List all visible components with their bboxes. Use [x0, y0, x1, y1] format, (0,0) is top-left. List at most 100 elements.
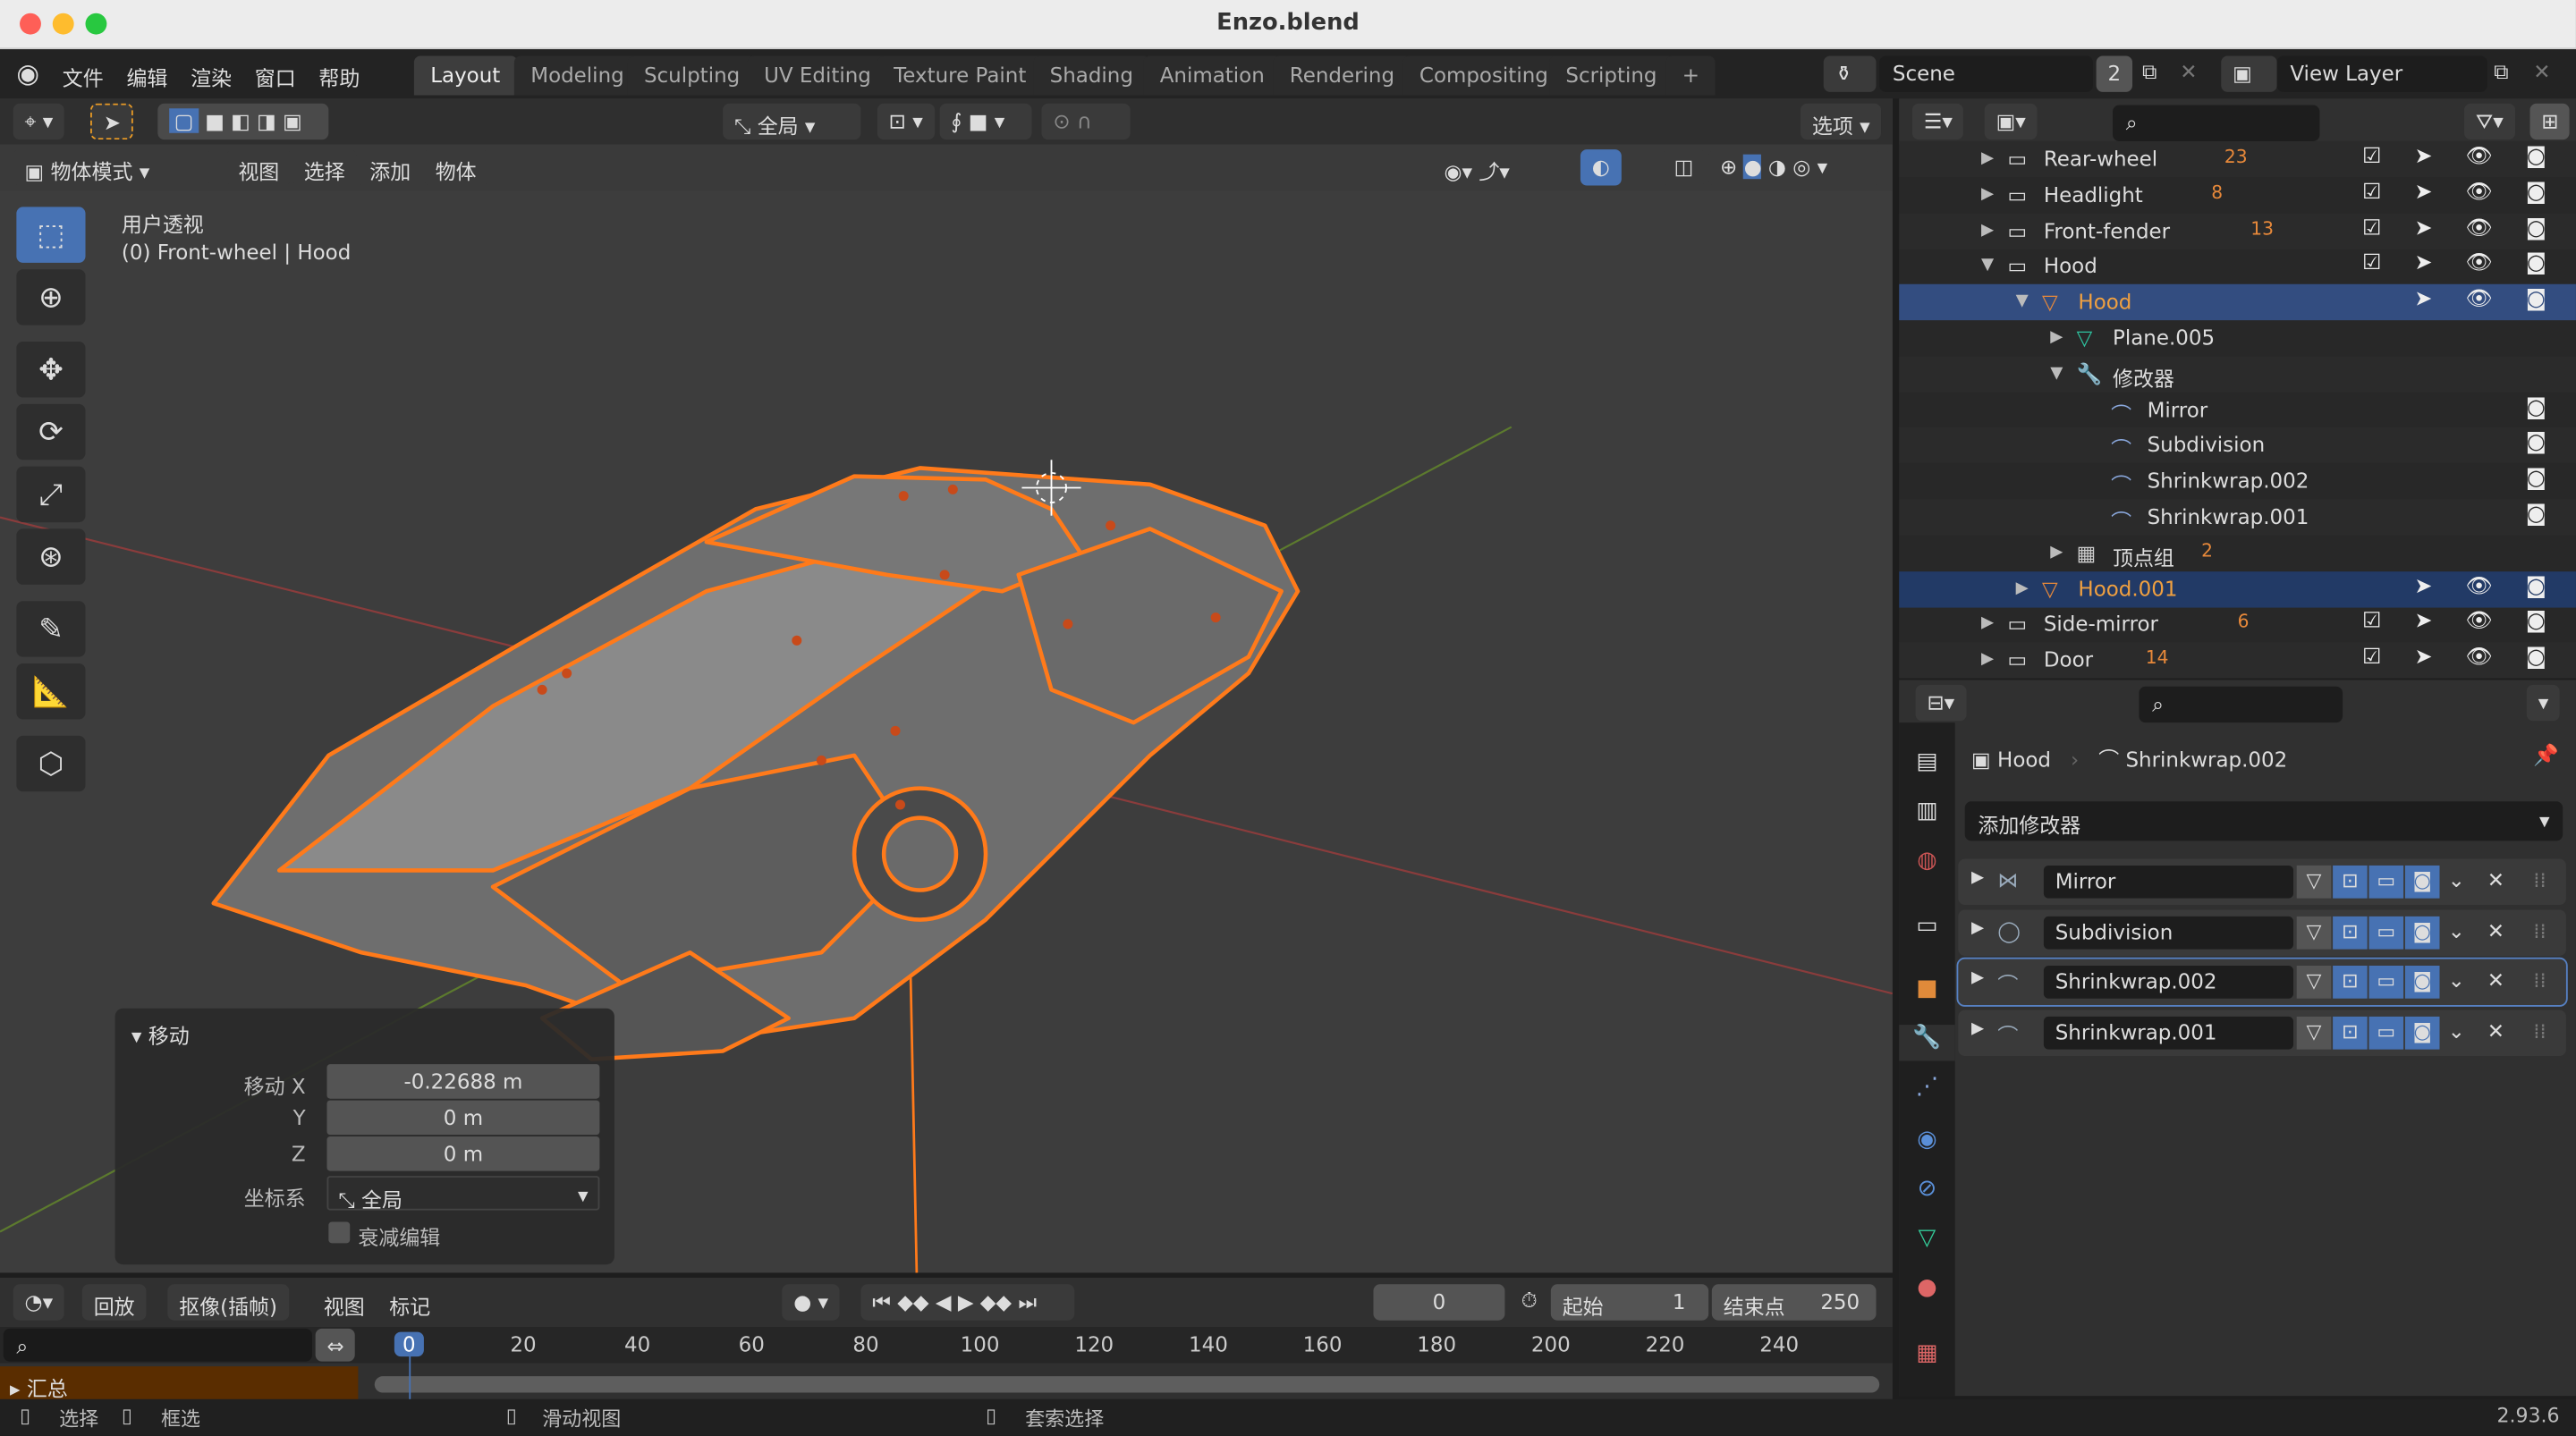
modifier-menu-icon[interactable]: ⌄ — [2448, 917, 2465, 942]
scene-browse-icon[interactable]: ⚱ — [1823, 55, 1877, 92]
output-tab-icon[interactable]: ▥ — [1909, 798, 1945, 834]
visibility-toggles-icon[interactable]: ☑ ➤ 👁 ◙ — [2362, 610, 2560, 635]
view-layer-filter-icon[interactable]: ▣▾ — [1984, 103, 2038, 140]
visibility-toggles-icon[interactable]: ☑ ➤ 👁 ◙ — [2362, 216, 2560, 241]
timeline-menu-item[interactable]: 回放 — [81, 1284, 147, 1321]
scene-name-field[interactable]: Scene — [1879, 55, 2093, 92]
menu-item[interactable]: 编辑 — [126, 65, 167, 90]
modifier-menu-icon[interactable]: ⌄ — [2448, 867, 2465, 892]
edit-cage-icon[interactable]: ▽ — [2296, 965, 2332, 999]
modifier-panel[interactable]: ▶ ◯ Subdivision ▽ ⊡ ▭ ◙ ⌄ ✕ ⁞⁞ — [1958, 908, 2566, 956]
stopwatch-icon[interactable]: ⏱ — [1521, 1288, 1538, 1314]
blender-logo-icon[interactable]: ◉ — [16, 57, 39, 89]
modifier-name-field[interactable]: Shrinkwrap.001 — [2043, 1015, 2294, 1049]
render-icon[interactable]: ◙ — [2404, 915, 2440, 949]
render-icon[interactable]: ◙ — [2404, 965, 2440, 999]
drag-handle-icon[interactable]: ⁞⁞ — [2533, 867, 2546, 892]
new-collection-icon[interactable]: ⊞ — [2529, 103, 2571, 140]
timeline-menu-item[interactable]: 标记 — [377, 1284, 442, 1320]
transform-tool-icon[interactable]: ⊛ — [16, 528, 86, 585]
outliner-row[interactable]: ▼ ▽ Hood ➤ 👁 ◙ — [1899, 284, 2576, 321]
select-box-tool-icon[interactable]: ⬚ — [16, 207, 86, 263]
editor-type-icon[interactable]: ⊟▾ — [1915, 684, 1967, 722]
realtime-icon[interactable]: ▭ — [2368, 965, 2404, 999]
visibility-toggles-icon[interactable]: ◙ — [2526, 467, 2560, 492]
rotate-tool-icon[interactable]: ⟳ — [16, 403, 86, 460]
modifier-panel[interactable]: ▶ ⋈ Mirror ▽ ⊡ ▭ ◙ ⌄ ✕ ⁞⁞ — [1958, 858, 2566, 906]
outliner-row[interactable]: ▶ ▽ Hood.001 ➤ 👁 ◙ — [1899, 570, 2576, 607]
start-frame-field[interactable]: 起始 1 — [1550, 1284, 1709, 1321]
delete-scene-icon[interactable]: ✕ — [2180, 59, 2197, 84]
modifier-menu-icon[interactable]: ⌄ — [2448, 967, 2465, 993]
outliner-row[interactable]: ▶ ▭ Door 14 ☑ ➤ 👁 ◙ — [1899, 642, 2576, 679]
pin-icon[interactable]: 📌 — [2533, 742, 2559, 768]
tab-texture-paint[interactable]: Texture Paint — [877, 55, 1043, 96]
measure-tool-icon[interactable]: 📐 — [16, 663, 86, 720]
object-tab-icon[interactable]: ■ — [1909, 976, 1945, 1011]
timeline-editor-type-icon[interactable]: ◔▾ — [13, 1284, 64, 1321]
menu-item[interactable]: 帮助 — [318, 65, 360, 90]
drag-handle-icon[interactable]: ⁞⁞ — [2533, 1018, 2546, 1043]
add-modifier-dropdown[interactable]: 添加修改器 ▾ — [1964, 801, 2563, 841]
material-tab-icon[interactable]: ● — [1909, 1274, 1945, 1310]
end-frame-field[interactable]: 结束点 250 — [1711, 1284, 1877, 1321]
scale-tool-icon[interactable]: ⤢ — [16, 466, 86, 523]
constraints-tab-icon[interactable]: ⊘ — [1909, 1176, 1945, 1212]
expand-arrow-icon[interactable]: ▶ — [1971, 869, 1984, 887]
display-mode-icon[interactable]: ☰▾ — [1911, 103, 1964, 140]
outliner-row[interactable]: ⌒ Shrinkwrap.001 ◙ — [1899, 499, 2576, 536]
tab-rendering[interactable]: Rendering — [1273, 55, 1411, 96]
visibility-toggles-icon[interactable]: ☑ ➤ 👁 ◙ — [2362, 145, 2560, 170]
tab-sculpting[interactable]: Sculpting — [627, 55, 757, 96]
realtime-icon[interactable]: ▭ — [2368, 915, 2404, 949]
remove-modifier-icon[interactable]: ✕ — [2487, 967, 2504, 993]
summary-channel[interactable]: ▸ 汇总 — [0, 1366, 359, 1401]
visibility-toggles-icon[interactable]: ☑ ➤ 👁 ◙ — [2362, 252, 2560, 277]
tab-modeling[interactable]: Modeling — [513, 55, 641, 96]
expand-arrow-icon[interactable]: ▼ — [2016, 292, 2029, 310]
physics-tab-icon[interactable]: ◉ — [1909, 1127, 1945, 1162]
expand-arrow-icon[interactable]: ▶ — [1971, 1019, 1984, 1037]
modifier-panel[interactable]: ▶ ⌒ Shrinkwrap.001 ▽ ⊡ ▭ ◙ ⌄ ✕ ⁞⁞ — [1958, 1009, 2566, 1056]
add-cube-tool-icon[interactable]: ⬡ — [16, 735, 86, 792]
outliner-row[interactable]: ▼ 🔧 修改器 — [1899, 356, 2576, 393]
visibility-toggles-icon[interactable]: ◙ — [2526, 503, 2560, 528]
expand-arrow-icon[interactable]: ▶ — [1971, 969, 1984, 987]
expand-arrow-icon[interactable]: ▼ — [1981, 257, 1994, 275]
outliner-row[interactable]: ⌒ Subdivision ◙ — [1899, 427, 2576, 464]
tab-animation[interactable]: Animation — [1143, 55, 1282, 96]
delete-view-layer-icon[interactable]: ✕ — [2533, 59, 2550, 84]
cursor-tool-icon[interactable]: ⊕ — [16, 269, 86, 325]
view-layer-field[interactable]: View Layer — [2276, 55, 2487, 92]
modifier-name-field[interactable]: Shrinkwrap.002 — [2043, 965, 2294, 999]
new-scene-icon[interactable]: ⧉ — [2142, 59, 2157, 85]
expand-arrow-icon[interactable]: ▶ — [2016, 579, 2029, 597]
tab-layout[interactable]: Layout — [413, 55, 517, 96]
outliner-row[interactable]: ▼ ▭ Hood ☑ ➤ 👁 ◙ — [1899, 249, 2576, 284]
filter-icon[interactable]: ⛛▾ — [2464, 103, 2515, 140]
tab-uv-editing[interactable]: UV Editing — [747, 55, 888, 96]
move-value-field[interactable]: -0.22688 m — [326, 1064, 600, 1099]
visibility-toggles-icon[interactable]: ☑ ➤ 👁 ◙ — [2362, 181, 2560, 206]
visibility-toggles-icon[interactable]: ➤ 👁 ◙ — [2414, 574, 2559, 599]
playback-controls[interactable]: ⏮ ◆◆ ◀ ▶ ◆◆ ⏭ — [860, 1284, 1075, 1321]
view-layer-browse-icon[interactable]: ▣ — [2221, 55, 2277, 92]
tab-scripting[interactable]: Scripting — [1549, 55, 1674, 96]
auto-keying-icon[interactable]: ● ▾ — [782, 1284, 840, 1321]
drag-handle-icon[interactable]: ⁞⁞ — [2533, 917, 2546, 942]
current-frame-field[interactable]: 0 — [1373, 1284, 1505, 1321]
menu-item[interactable]: 文件 — [63, 65, 104, 90]
outliner-row[interactable]: ▶ ▽ Plane.005 — [1899, 320, 2576, 356]
move-value-field[interactable]: 0 m — [326, 1100, 600, 1136]
outliner-row[interactable]: ⌒ Shrinkwrap.002 ◙ — [1899, 463, 2576, 499]
timeline-menu-item[interactable]: 抠像(插帧) — [167, 1284, 289, 1321]
falloff-checkbox[interactable] — [328, 1221, 351, 1244]
outliner-row[interactable]: ▶ ▭ Headlight 8 ☑ ➤ 👁 ◙ — [1899, 177, 2576, 213]
edit-mode-icon[interactable]: ⊡ — [2333, 865, 2368, 899]
drag-handle-icon[interactable]: ⁞⁞ — [2533, 967, 2546, 993]
remove-modifier-icon[interactable]: ✕ — [2487, 917, 2504, 942]
expand-arrow-icon[interactable]: ▶ — [1981, 221, 1994, 239]
timeline-menu-item[interactable]: 视图 — [312, 1284, 377, 1320]
world-tab-icon[interactable]: ◍ — [1909, 848, 1945, 883]
render-tab-icon[interactable]: ▤ — [1909, 749, 1945, 785]
